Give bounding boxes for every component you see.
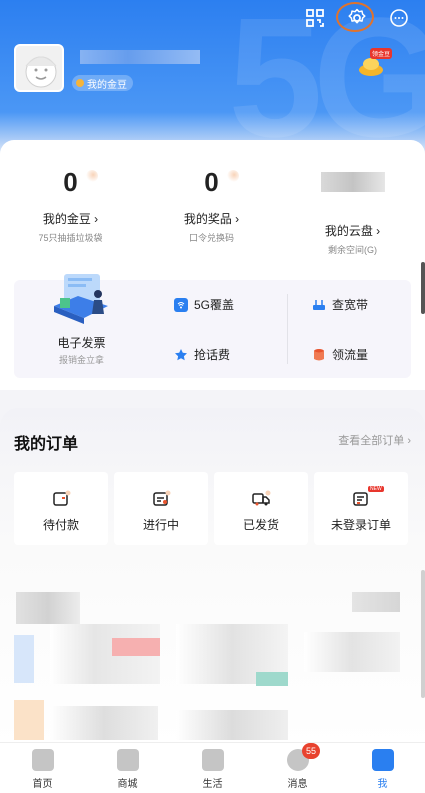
service-check-broadband[interactable]: 查宽带	[312, 296, 368, 313]
scrollbar-track[interactable]	[421, 570, 425, 698]
service-get-data[interactable]: 领流量	[312, 346, 368, 363]
bag-icon	[116, 749, 139, 771]
order-pending-payment[interactable]: 待付款	[14, 472, 108, 545]
processing-icon	[151, 490, 171, 508]
wallet-icon	[51, 490, 71, 508]
order-shipped[interactable]: 已发货	[214, 472, 308, 545]
order-in-progress[interactable]: 进行中	[114, 472, 208, 545]
star-icon	[174, 348, 188, 362]
data-icon	[312, 348, 326, 362]
redacted-block	[256, 672, 288, 686]
tab-label: 我	[377, 779, 388, 790]
service-label: 查宽带	[332, 298, 369, 312]
truck-icon	[251, 490, 271, 508]
avatar[interactable]	[14, 44, 64, 92]
redacted-block	[176, 710, 288, 740]
redacted-block	[304, 632, 400, 672]
stat-sub: 口令兑换码	[188, 233, 234, 243]
bean-icon	[76, 79, 84, 87]
cup-icon	[201, 749, 224, 771]
redacted-block	[112, 638, 160, 656]
stat-value-redacted	[320, 172, 385, 192]
router-icon	[312, 298, 326, 312]
blurred-recommendations	[0, 580, 425, 740]
stat-value: 0	[63, 167, 78, 197]
unread-badge: 55	[302, 743, 320, 759]
order-cards: 待付款 进行中 已发货 NEW 未登录订单	[14, 472, 411, 545]
tab-label: 首页	[32, 779, 53, 790]
order-unlogged[interactable]: NEW 未登录订单	[314, 472, 408, 545]
scrollbar-thumb[interactable]	[421, 262, 425, 314]
stat-value: 0	[204, 167, 219, 197]
order-label: 待付款	[42, 518, 79, 532]
service-label: 5G覆盖	[194, 298, 235, 312]
tab-life[interactable]: 生活	[170, 743, 255, 793]
redacted-block	[352, 592, 400, 612]
redacted-block	[16, 592, 80, 624]
redacted-block	[14, 635, 34, 683]
bean-badge-label: 我的金豆	[87, 79, 127, 91]
tab-messages[interactable]: 55 消息	[255, 743, 340, 793]
service-grab-credit[interactable]: 抢话费	[174, 346, 230, 363]
username-redacted	[80, 50, 200, 64]
bottom-tabbar: 首页 商城 生活 55 消息 我	[0, 742, 425, 793]
tab-label: 商城	[117, 779, 138, 790]
bean-badge[interactable]: 我的金豆	[72, 75, 133, 91]
orders-title: 我的订单	[14, 436, 79, 453]
redacted-block	[14, 700, 44, 740]
order-label: 进行中	[142, 518, 179, 532]
settings-highlight-ring	[336, 2, 374, 32]
me-icon	[371, 749, 394, 771]
stat-title: 我的奖品 ›	[183, 212, 240, 226]
tab-mall[interactable]: 商城	[85, 743, 170, 793]
redacted-block	[50, 706, 158, 740]
tab-me[interactable]: 我	[340, 743, 425, 793]
divider	[287, 294, 288, 364]
qr-scan-icon[interactable]	[303, 6, 327, 30]
gold-tag: 领金豆	[370, 48, 393, 59]
stat-sub: 剩余空间(G)	[328, 245, 377, 255]
stat-golden-beans[interactable]: 0 我的金豆 › 75只抽插垃圾袋	[0, 160, 141, 256]
services-panel: 电子发票 报销金立拿 5G覆盖 查宽带 抢话费 领流量	[14, 274, 411, 378]
order-icon	[351, 490, 371, 508]
order-label: 未登录订单	[330, 518, 391, 532]
invoice-title[interactable]: 电子发票	[14, 334, 149, 351]
5g-icon	[174, 297, 188, 312]
invoice-subtitle: 报销金立拿	[58, 355, 104, 365]
stat-title: 我的云盘 ›	[324, 224, 381, 238]
stat-sub: 75只抽插垃圾袋	[38, 233, 103, 243]
stat-value-container	[282, 172, 423, 212]
chat-icon[interactable]	[387, 6, 411, 30]
tab-label: 消息	[287, 779, 308, 790]
service-label: 抢话费	[194, 348, 231, 362]
stats-row: 0 我的金豆 › 75只抽插垃圾袋 0 我的奖品 › 口令兑换码 我的云盘 › …	[0, 160, 425, 256]
tab-home[interactable]: 首页	[0, 743, 85, 793]
stat-title: 我的金豆 ›	[42, 212, 99, 226]
stat-prizes[interactable]: 0 我的奖品 › 口令兑换码	[141, 160, 282, 256]
tab-label: 生活	[202, 779, 223, 790]
service-label: 领流量	[332, 348, 369, 362]
invoice-illustration-icon[interactable]	[50, 272, 116, 328]
stat-cloud-disk[interactable]: 我的云盘 › 剩余空间(G)	[282, 160, 423, 256]
stat-sparkle-icon	[227, 170, 239, 182]
service-5g-coverage[interactable]: 5G覆盖	[174, 296, 234, 313]
order-label: 已发货	[242, 518, 279, 532]
stat-sparkle-icon	[86, 170, 98, 182]
home-icon	[31, 749, 54, 771]
view-all-orders-link[interactable]: 查看全部订单 ›	[338, 432, 411, 448]
